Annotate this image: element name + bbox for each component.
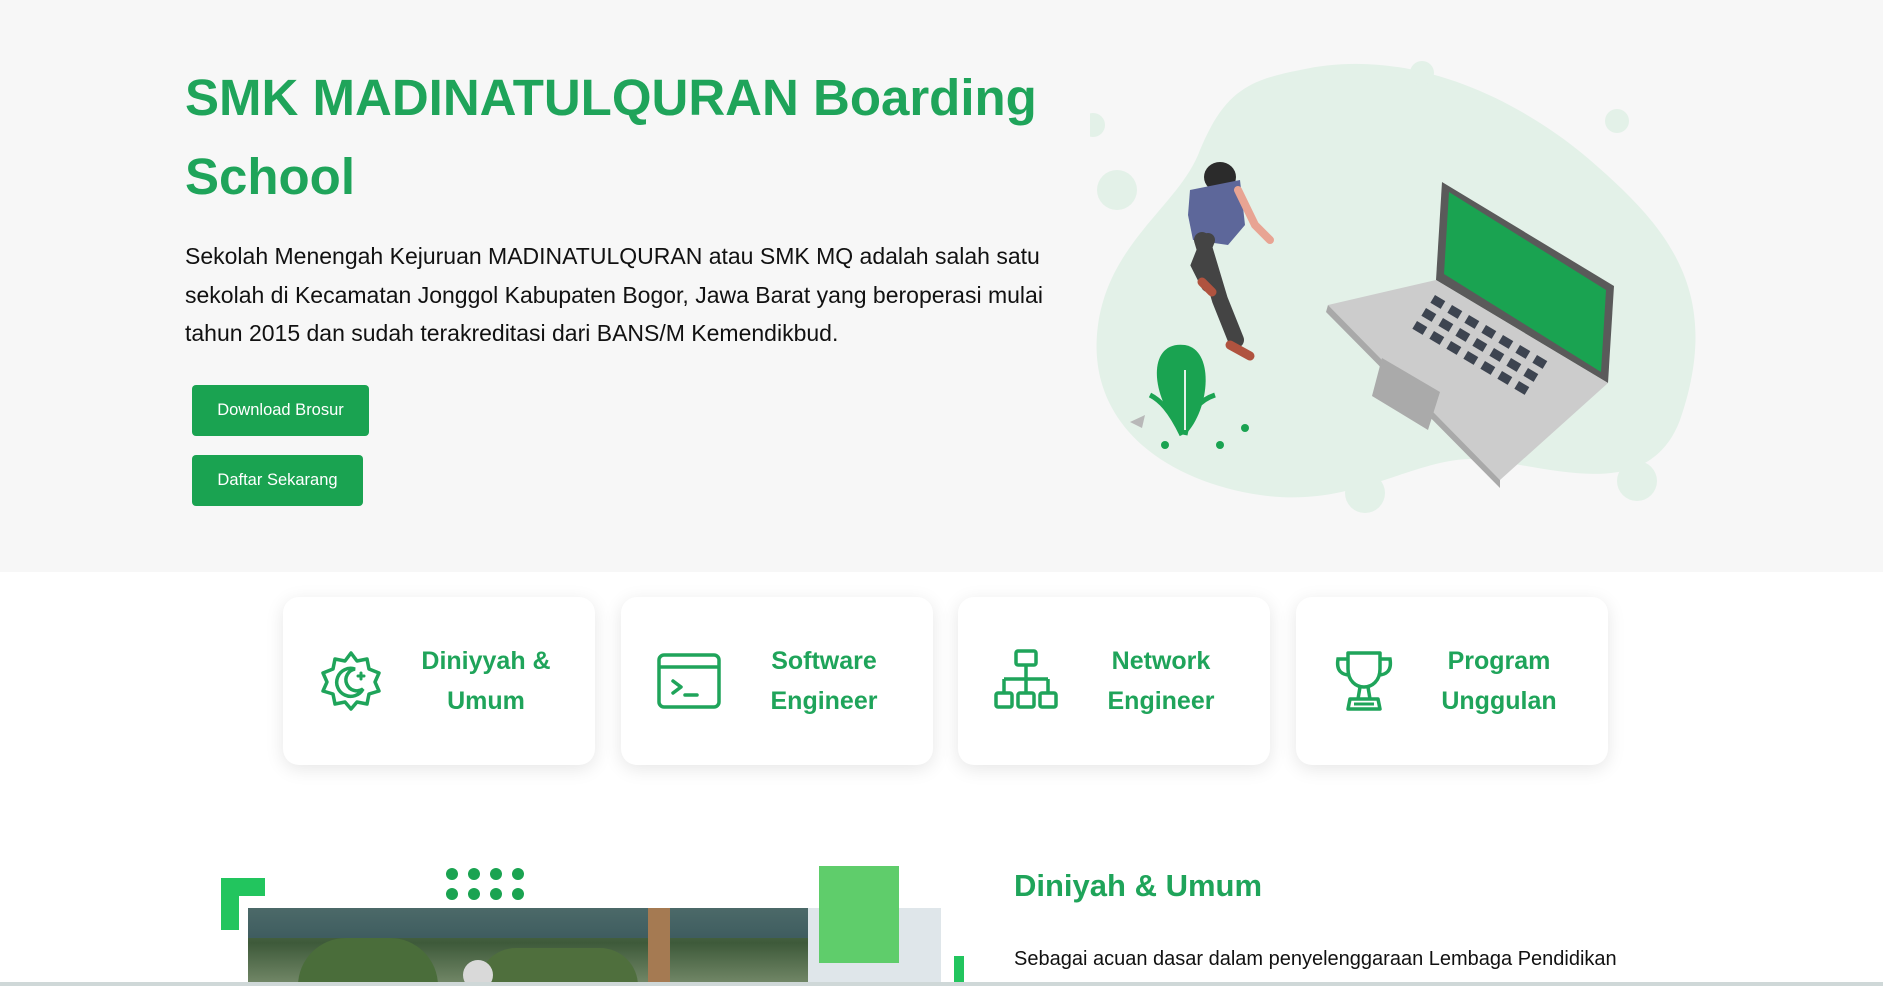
person-walking-laptop-illustration	[1090, 61, 1696, 513]
feature-cards: Diniyyah & Umum Software Engineer Networ…	[0, 597, 1883, 767]
feature-card-network-engineer[interactable]: Network Engineer	[958, 597, 1270, 765]
scrollbar-track	[0, 982, 1883, 986]
network-hierarchy-icon	[994, 649, 1058, 709]
feature-label: Network Engineer	[1107, 647, 1215, 715]
moon-star-badge-icon	[321, 651, 381, 711]
feature-card-diniyyah[interactable]: Diniyyah & Umum	[283, 597, 595, 765]
decorative-corner	[221, 878, 239, 930]
feature-card-program-unggulan[interactable]: Program Unggulan	[1296, 597, 1608, 765]
decorative-dots	[446, 868, 524, 900]
register-now-button[interactable]: Daftar Sekarang	[192, 455, 363, 506]
trophy-icon	[1335, 651, 1393, 711]
feature-card-software-engineer[interactable]: Software Engineer	[621, 597, 933, 765]
hero-section: SMK MADINATULQURAN Boarding School Sekol…	[0, 0, 1883, 572]
feature-label: Diniyyah & Umum	[421, 647, 551, 715]
feature-label: Software Engineer	[770, 647, 878, 715]
decorative-square	[819, 866, 899, 963]
hero-title: SMK MADINATULQURAN Boarding School	[185, 69, 1037, 205]
terminal-icon	[657, 653, 721, 709]
feature-label: Program Unggulan	[1441, 647, 1557, 715]
hero-description: Sekolah Menengah Kejuruan MADINATULQURAN…	[185, 243, 1043, 346]
section-text: Sebagai acuan dasar dalam penyelenggaraa…	[1014, 948, 1617, 970]
download-brochure-button[interactable]: Download Brosur	[192, 385, 369, 436]
section-title: Diniyah & Umum	[1014, 868, 1263, 903]
